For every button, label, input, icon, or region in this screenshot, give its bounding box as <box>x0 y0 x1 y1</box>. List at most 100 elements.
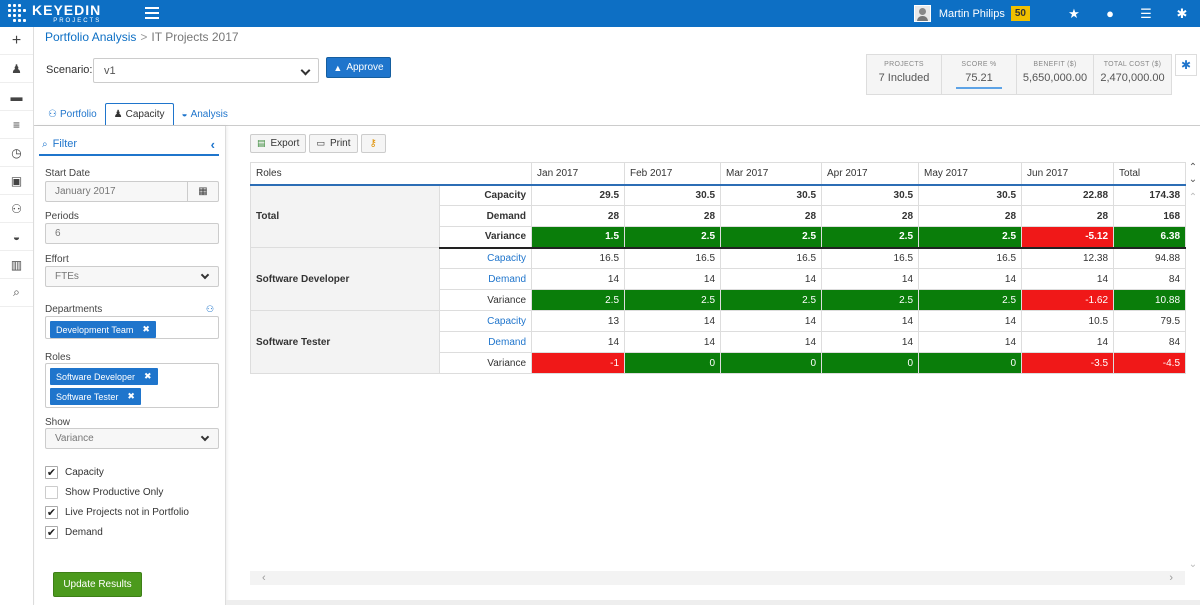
scroll-down-icon[interactable]: ⌄ <box>1186 174 1200 186</box>
briefcase-icon[interactable]: ▬ <box>0 83 33 111</box>
remove-tag-icon[interactable]: ✖ <box>127 391 135 402</box>
scroll-left-icon[interactable]: ‹ <box>262 572 266 584</box>
person-icon[interactable]: ♟ <box>0 55 33 83</box>
clock-icon[interactable]: ◷ <box>0 139 33 167</box>
column-header[interactable]: Apr 2017 <box>821 162 920 186</box>
horizontal-scrollbar[interactable]: ‹ › <box>250 571 1185 585</box>
checkbox-productive-only[interactable] <box>45 486 58 499</box>
star-icon[interactable]: ★ <box>1056 0 1092 27</box>
scenario-select[interactable]: v1 <box>93 58 319 83</box>
list-icon[interactable]: ☰ <box>1128 0 1164 27</box>
value-cell: 16.5 <box>720 247 823 269</box>
scenario-label: Scenario: <box>46 64 93 76</box>
column-header[interactable]: May 2017 <box>918 162 1023 186</box>
search-icon[interactable]: ⌕ <box>0 279 33 307</box>
settings-gear-icon[interactable]: ✱ <box>1175 54 1197 76</box>
print-button[interactable]: ▭ Print <box>309 134 358 153</box>
filter-title: Filter <box>52 138 78 150</box>
approve-button[interactable]: ▲ Approve <box>326 57 391 78</box>
value-cell: 14 <box>821 268 920 290</box>
scroll-up-icon[interactable]: ⌃ <box>1186 162 1200 174</box>
checkbox-live-projects[interactable]: ✔ <box>45 506 58 519</box>
vertical-scrollbar[interactable]: ⌃ ⌄ ⌃ ⌄ <box>1186 162 1200 570</box>
collapse-icon[interactable]: ‹ <box>211 137 215 152</box>
demand-checkbox-row[interactable]: ✔ Demand <box>45 526 103 539</box>
effort-select[interactable]: FTEs <box>45 266 219 287</box>
departments-tag-input[interactable]: Development Team ✖ <box>45 316 219 339</box>
scroll-right-icon[interactable]: › <box>1169 572 1173 584</box>
breadcrumb-parent[interactable]: Portfolio Analysis <box>45 30 136 44</box>
scroll-up-icon[interactable]: ⌃ <box>1186 192 1200 204</box>
sitemap-icon[interactable]: ⚇ <box>206 304 214 315</box>
checkbox-capacity[interactable]: ✔ <box>45 466 58 479</box>
logo[interactable]: KEYEDIN PROJECTS <box>8 3 101 24</box>
metric-label-cell[interactable]: Demand <box>438 268 533 290</box>
globe-icon[interactable]: ● <box>1092 0 1128 27</box>
notification-badge[interactable]: 50 <box>1010 6 1030 21</box>
column-header[interactable]: Feb 2017 <box>624 162 722 186</box>
tag-label: Development Team <box>56 324 134 335</box>
value-cell: 10.5 <box>1021 310 1115 332</box>
user-name[interactable]: Martin Philips <box>939 8 1005 20</box>
sitemap-icon[interactable]: ⚇ <box>0 195 33 223</box>
calendar-icon[interactable]: ▦ <box>187 181 218 202</box>
value-cell: 14 <box>918 331 1023 353</box>
plus-icon[interactable]: + <box>0 27 33 55</box>
periods-input[interactable]: 6 <box>45 223 219 244</box>
checkbox-label: Live Projects not in Portfolio <box>65 507 189 518</box>
gear-icon[interactable]: ✱ <box>1164 0 1200 27</box>
show-select[interactable]: Variance <box>45 428 219 449</box>
tab-label: Portfolio <box>59 109 97 120</box>
metric-label-cell[interactable]: Demand <box>438 205 533 227</box>
tab-label: Capacity <box>125 109 165 120</box>
update-results-button[interactable]: Update Results <box>53 572 142 597</box>
value-cell: 14 <box>918 310 1023 332</box>
live-projects-checkbox-row[interactable]: ✔ Live Projects not in Portfolio <box>45 506 189 519</box>
value-cell: 14 <box>821 331 920 353</box>
stat-total-cost: TOTAL COST ($) 2,470,000.00 <box>1094 55 1171 94</box>
checkbox-demand[interactable]: ✔ <box>45 526 58 539</box>
avatar[interactable] <box>913 5 931 22</box>
value-cell: 174.38 <box>1113 184 1187 206</box>
variance-cell: 2.5 <box>821 289 920 311</box>
column-header[interactable]: Jan 2017 <box>531 162 626 186</box>
metric-label-cell[interactable]: Capacity <box>438 310 533 332</box>
tab-capacity[interactable]: ♟ Capacity <box>104 103 174 126</box>
printer-icon: ▭ <box>316 138 325 148</box>
tab-portfolio[interactable]: ⚇ Portfolio <box>40 103 105 126</box>
tab-analysis[interactable]: ◒ Analysis <box>174 103 236 126</box>
productive-only-checkbox-row[interactable]: Show Productive Only <box>45 486 163 499</box>
remove-tag-icon[interactable]: ✖ <box>144 371 152 382</box>
breadcrumb: Portfolio Analysis > IT Projects 2017 <box>45 30 239 44</box>
sitemap-icon: ⚇ <box>48 109 57 120</box>
grid-toolbar: ▤ Export ▭ Print ⚷ <box>250 134 389 153</box>
value-cell: 94.88 <box>1113 247 1187 269</box>
column-header[interactable]: Total <box>1113 162 1187 186</box>
filter-settings-button[interactable]: ⚷ <box>360 134 386 153</box>
sliders-icon[interactable]: ≡ <box>0 111 33 139</box>
dashboard-icon[interactable]: ◒ <box>0 223 33 251</box>
metric-label-cell[interactable]: Capacity <box>438 184 533 206</box>
money-icon[interactable]: ▣ <box>0 167 33 195</box>
metric-label-cell[interactable]: Demand <box>438 331 533 353</box>
export-button[interactable]: ▤ Export <box>250 134 307 153</box>
start-date-input[interactable]: January 2017 ▦ <box>45 181 219 202</box>
roles-header[interactable]: Roles <box>249 162 533 186</box>
scroll-down-icon[interactable]: ⌄ <box>1186 559 1200 571</box>
hamburger-menu-icon[interactable] <box>145 7 159 19</box>
roles-tag-input[interactable]: Software Developer ✖ Software Tester ✖ <box>45 363 219 408</box>
bar-chart-icon[interactable]: ▥ <box>0 251 33 279</box>
search-icon: ⌕ <box>42 138 48 150</box>
capacity-checkbox-row[interactable]: ✔ Capacity <box>45 466 104 479</box>
metric-label-cell[interactable]: Capacity <box>438 247 533 269</box>
filter-panel: ⌕ Filter ‹ Start Date January 2017 ▦ Per… <box>35 126 226 605</box>
variance-cell: -4.5 <box>1113 352 1187 374</box>
value-cell: 14 <box>531 268 626 290</box>
role-name-cell: Software Tester <box>250 310 440 374</box>
top-bar: KEYEDIN PROJECTS Martin Philips 50 ★ ● ☰… <box>0 0 1200 27</box>
value-cell: 28 <box>918 205 1023 227</box>
remove-tag-icon[interactable]: ✖ <box>142 324 150 335</box>
column-header[interactable]: Mar 2017 <box>720 162 823 186</box>
column-header[interactable]: Jun 2017 <box>1021 162 1115 186</box>
value-cell: 14 <box>624 268 722 290</box>
